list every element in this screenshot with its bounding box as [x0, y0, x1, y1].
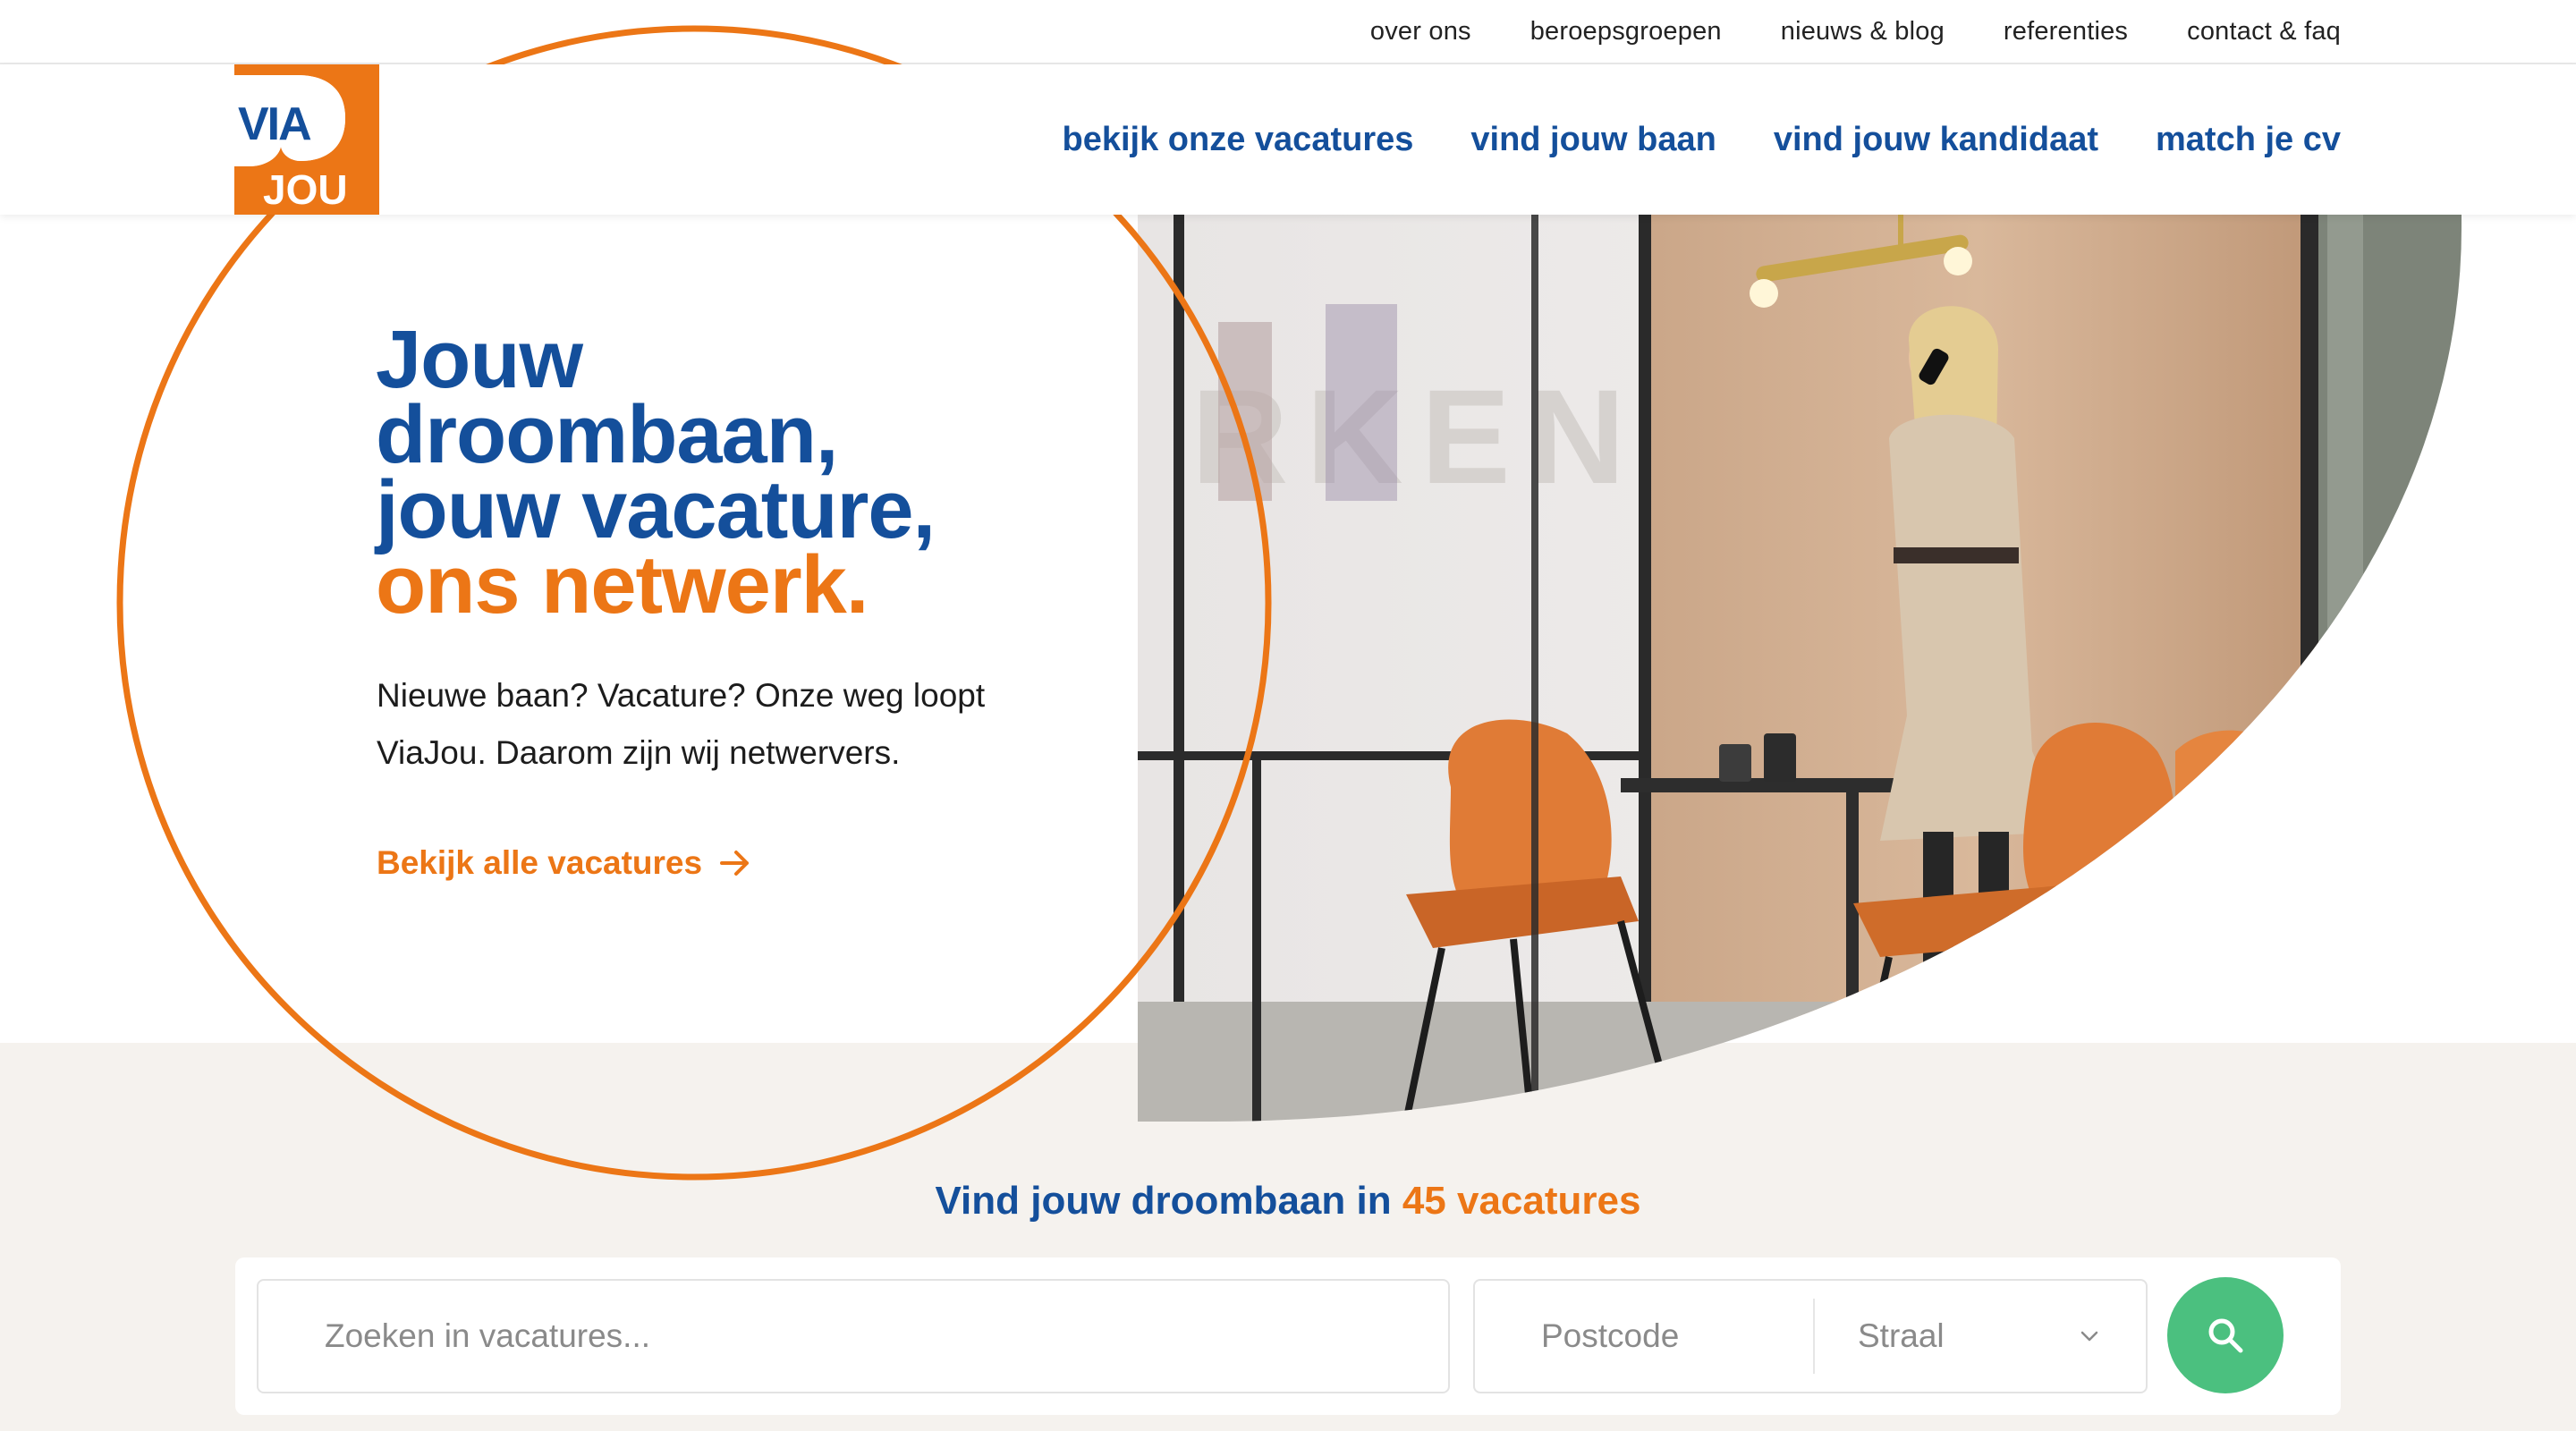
- intro-line-2: ViaJou. Daarom zijn wij netwervers.: [377, 734, 901, 771]
- search-icon: [2208, 1318, 2243, 1353]
- postcode-input[interactable]: [1475, 1281, 1811, 1392]
- intro-line-1: Nieuwe baan? Vacature? Onze weg loopt: [377, 677, 986, 714]
- cta-label: Bekijk alle vacatures: [377, 844, 703, 881]
- headline-line-3: jouw vacature,: [376, 464, 936, 555]
- search-title-count: 45 vacatures: [1402, 1179, 1641, 1223]
- headline-line-4: ons netwerk.: [376, 539, 869, 631]
- hero-intro-text: Nieuwe baan? Vacature? Onze weg loopt Vi…: [377, 667, 1038, 782]
- nav-vind-jouw-kandidaat[interactable]: vind jouw kandidaat: [1774, 121, 2098, 159]
- radius-select[interactable]: Straal: [1815, 1281, 2146, 1392]
- nav-vind-jouw-baan[interactable]: vind jouw baan: [1470, 121, 1716, 159]
- top-nav-contact-faq[interactable]: contact & faq: [2187, 17, 2341, 47]
- nav-bekijk-onze-vacatures[interactable]: bekijk onze vacatures: [1063, 121, 1414, 159]
- viajou-logo[interactable]: VIA JOU: [234, 64, 379, 215]
- top-nav-referenties[interactable]: referenties: [2004, 17, 2128, 47]
- search-input[interactable]: [257, 1279, 1450, 1393]
- top-nav-over-ons[interactable]: over ons: [1370, 17, 1471, 47]
- hero-photo-illustration: RKEN: [1138, 215, 2462, 1122]
- logo-icon: VIA JOU: [234, 64, 379, 215]
- headline-line-1: Jouw: [376, 314, 583, 405]
- headline-line-2: droombaan,: [376, 389, 838, 480]
- location-filter: Straal: [1473, 1279, 2148, 1393]
- search-panel: Straal: [235, 1257, 2341, 1415]
- search-title-prefix: Vind jouw droombaan in: [935, 1179, 1392, 1223]
- top-nav-nieuws-blog[interactable]: nieuws & blog: [1781, 17, 1945, 47]
- view-all-vacancies-link[interactable]: Bekijk alle vacatures: [377, 844, 750, 882]
- hero-headline: Jouw droombaan, jouw vacature, ons netwe…: [376, 314, 1055, 631]
- nav-match-je-cv[interactable]: match je cv: [2156, 121, 2341, 159]
- radius-select-label: Straal: [1858, 1317, 1945, 1354]
- search-button[interactable]: [2167, 1277, 2284, 1393]
- hero-photo: RKEN: [1138, 215, 2462, 1122]
- search-title: Vind jouw droombaan in 45 vacatures: [0, 1179, 2576, 1224]
- chevron-down-icon: [2080, 1331, 2098, 1342]
- top-utility-nav: over ons beroepsgroepen nieuws & blog re…: [1370, 0, 2341, 63]
- top-nav-beroepsgroepen[interactable]: beroepsgroepen: [1530, 17, 1722, 47]
- arrow-right-icon: [720, 851, 750, 876]
- main-nav: bekijk onze vacatures vind jouw baan vin…: [1063, 64, 2341, 215]
- logo-bottom-text: JOU: [263, 166, 348, 213]
- logo-top-text: VIA: [238, 98, 311, 150]
